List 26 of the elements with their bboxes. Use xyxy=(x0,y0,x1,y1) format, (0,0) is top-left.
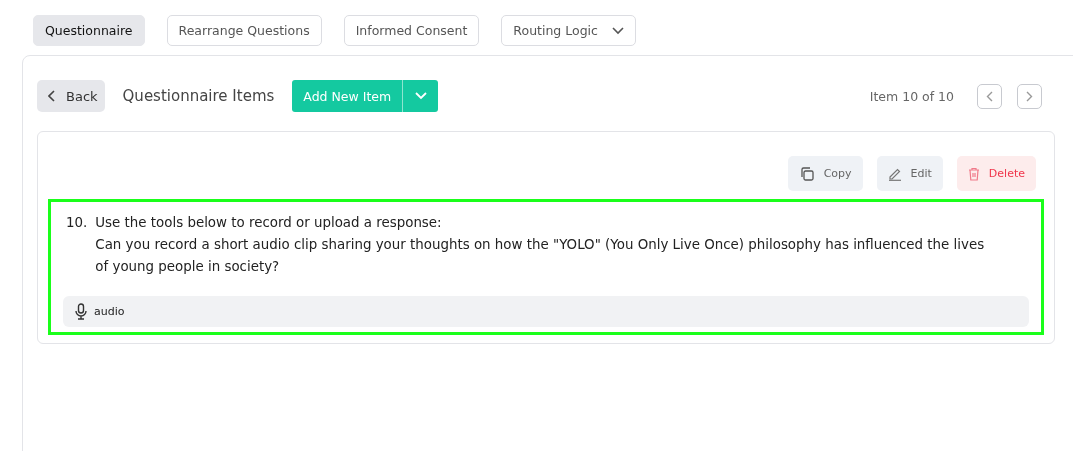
page-title: Questionnaire Items xyxy=(122,87,275,105)
trash-icon xyxy=(967,166,980,181)
question-instruction: Use the tools below to record or upload a response: xyxy=(95,214,443,232)
question-number: 10. xyxy=(65,214,88,232)
tab[interactable]: Routing Logic xyxy=(501,15,636,46)
copy-button[interactable]: Copy xyxy=(787,156,863,191)
chevron-left-icon xyxy=(48,90,56,102)
next-button[interactable] xyxy=(1017,83,1042,109)
previous-button[interactable] xyxy=(977,83,1002,109)
response-type-label: audio xyxy=(94,305,125,318)
question-text: Can you record a short audio clip sharing your thoughts on how the "YOLO" (You Only Live Once) philosophy has influenced the lives of young people in society? xyxy=(95,236,986,276)
edit-button[interactable]: Edit xyxy=(876,156,943,191)
tab[interactable]: Questionnaire xyxy=(33,15,145,46)
chevron-right-icon xyxy=(1026,90,1033,102)
caret-icon xyxy=(611,26,624,35)
item-counter: Item 10 of 10 xyxy=(869,88,954,104)
tab[interactable]: Informed Consent xyxy=(343,15,480,46)
delete-button[interactable]: Delete xyxy=(956,156,1036,191)
dropdown-button[interactable] xyxy=(402,80,439,112)
copy-icon xyxy=(798,165,815,182)
chevron-left-icon xyxy=(986,90,993,102)
pencil-icon xyxy=(887,166,902,181)
chevron-down-icon xyxy=(414,92,427,100)
microphone-icon xyxy=(75,303,87,320)
back-button[interactable]: Back xyxy=(37,80,105,112)
tab[interactable]: Rearrange Questions xyxy=(166,15,322,46)
